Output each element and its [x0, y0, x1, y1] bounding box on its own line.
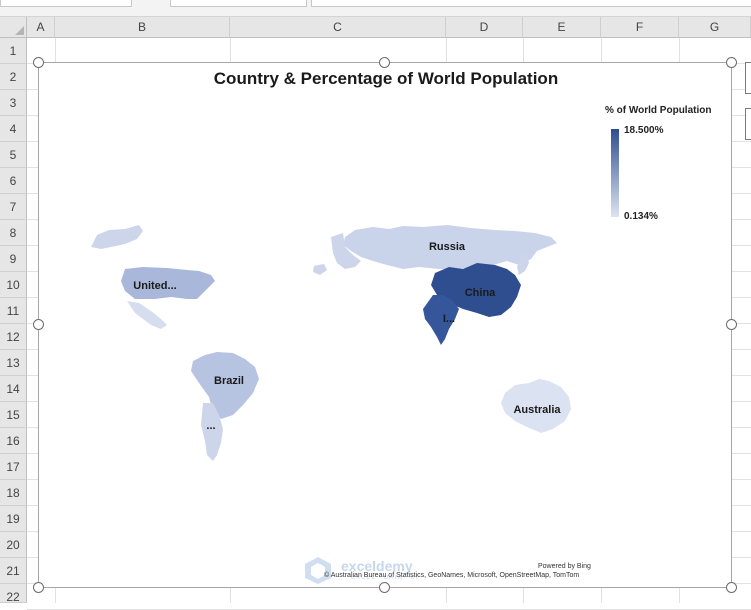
row-header-14[interactable]: 14: [0, 376, 27, 402]
formula-bar-strip: [0, 0, 751, 17]
row-header-21[interactable]: 21: [0, 558, 27, 584]
row-header-7[interactable]: 7: [0, 194, 27, 220]
formula-input[interactable]: [311, 0, 751, 7]
row-header-18[interactable]: 18: [0, 480, 27, 506]
region-label-brazil: Brazil: [214, 375, 244, 387]
column-header-b[interactable]: B: [55, 17, 230, 38]
row-header-8[interactable]: 8: [0, 220, 27, 246]
powered-by-bing: Powered by Bing: [538, 563, 591, 570]
map-chart[interactable]: Country & Percentage of World Population…: [38, 62, 732, 588]
row-header-10[interactable]: 10: [0, 272, 27, 298]
row-header-5[interactable]: 5: [0, 142, 27, 168]
row-header-2[interactable]: 2: [0, 64, 27, 90]
resize-handle-left[interactable]: [33, 319, 44, 330]
column-header-g[interactable]: G: [679, 17, 751, 38]
region-label-united-states: United...: [133, 280, 176, 292]
resize-handle-bottom-left[interactable]: [33, 582, 44, 593]
region-label-argentina: ...: [206, 420, 215, 432]
row-header-22[interactable]: 22: [0, 584, 27, 604]
column-header-a[interactable]: A: [27, 17, 55, 38]
resize-handle-bottom[interactable]: [379, 582, 390, 593]
row-header-9[interactable]: 9: [0, 246, 27, 272]
resize-handle-top[interactable]: [379, 57, 390, 68]
row-header-17[interactable]: 17: [0, 454, 27, 480]
resize-handle-top-right[interactable]: [726, 57, 737, 68]
select-all-corner[interactable]: [0, 17, 27, 38]
resize-handle-right[interactable]: [726, 319, 737, 330]
row-header-13[interactable]: 13: [0, 350, 27, 376]
watermark-logo: [305, 557, 331, 584]
chart-styles-button[interactable]: [745, 108, 751, 140]
region-label-india: I...: [443, 313, 455, 325]
name-box[interactable]: [0, 0, 132, 7]
region-iceland: [313, 264, 327, 275]
row-header-11[interactable]: 11: [0, 298, 27, 324]
row-header-4[interactable]: 4: [0, 116, 27, 142]
row-header-19[interactable]: 19: [0, 506, 27, 532]
row-header-15[interactable]: 15: [0, 402, 27, 428]
column-header-e[interactable]: E: [523, 17, 601, 38]
row-header-20[interactable]: 20: [0, 532, 27, 558]
row-header-6[interactable]: 6: [0, 168, 27, 194]
resize-handle-bottom-right[interactable]: [726, 582, 737, 593]
row-header-1[interactable]: 1: [0, 38, 27, 64]
region-greenland: [91, 225, 143, 249]
column-header-f[interactable]: F: [601, 17, 679, 38]
region-label-russia: Russia: [429, 241, 466, 253]
region-label-china: China: [465, 287, 496, 299]
formula-bar-box[interactable]: [170, 0, 307, 7]
column-header-c[interactable]: C: [230, 17, 446, 38]
world-map: Russia China I... United... Brazil ... A…: [91, 225, 571, 461]
row-header-3[interactable]: 3: [0, 90, 27, 116]
row-header-12[interactable]: 12: [0, 324, 27, 350]
region-label-australia: Australia: [513, 404, 561, 416]
chart-elements-button[interactable]: [745, 62, 751, 94]
map-credits: © Australian Bureau of Statistics, GeoNa…: [324, 572, 580, 579]
resize-handle-top-left[interactable]: [33, 57, 44, 68]
row-header-16[interactable]: 16: [0, 428, 27, 454]
column-header-d[interactable]: D: [446, 17, 523, 38]
region-mexico: [127, 301, 167, 329]
